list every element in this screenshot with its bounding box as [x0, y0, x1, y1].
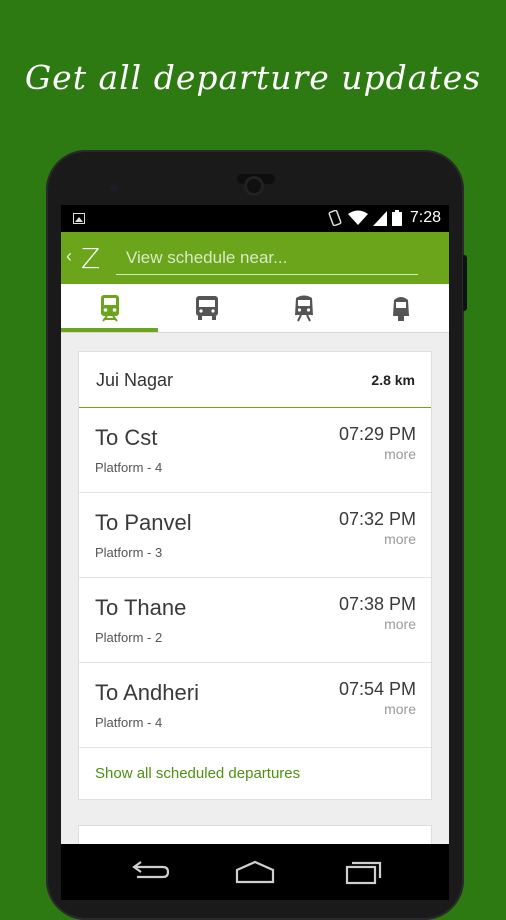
station-name: Jui Nagar	[96, 370, 174, 390]
station-distance: 2.8 km	[371, 372, 415, 388]
home-icon[interactable]	[230, 858, 280, 886]
departure-destination: To Andheri	[95, 680, 199, 705]
metro-icon	[294, 295, 313, 322]
show-all-departures-link[interactable]: Show all scheduled departures	[95, 765, 300, 782]
more-link[interactable]: more	[384, 616, 416, 632]
back-icon[interactable]	[123, 858, 173, 886]
departure-time: 07:54 PM	[338, 679, 416, 699]
tab-bus[interactable]	[158, 284, 255, 332]
train-icon	[100, 295, 119, 322]
sensor	[110, 184, 118, 192]
back-chevron-icon[interactable]: ‹	[66, 246, 72, 267]
more-link[interactable]: more	[384, 531, 416, 547]
bus-icon	[195, 296, 218, 320]
battery-icon	[391, 210, 402, 226]
more-link[interactable]: more	[384, 446, 416, 462]
app-logo[interactable]: Z	[81, 242, 100, 275]
vibrate-icon	[328, 210, 342, 226]
departure-row[interactable]: To Thane Platform - 2 07:38 PM more	[79, 578, 431, 663]
departure-time: 07:38 PM	[338, 594, 416, 614]
front-camera	[244, 176, 264, 196]
search-input[interactable]	[116, 244, 418, 272]
departure-platform: Platform - 2	[95, 630, 163, 645]
transport-tabs	[61, 284, 449, 333]
tab-metro[interactable]	[255, 284, 352, 332]
status-time: 7:28	[409, 209, 441, 226]
phone-screen: 7:28 ‹ Z View schedule near... Jui Nagar…	[61, 205, 449, 900]
tab-train[interactable]	[61, 284, 158, 332]
nav-bar	[61, 844, 449, 900]
departure-destination: To Panvel	[95, 510, 192, 535]
tab-monorail[interactable]	[352, 284, 449, 332]
departure-row[interactable]: To Cst Platform - 4 07:29 PM more	[79, 408, 431, 493]
departure-row[interactable]: To Panvel Platform - 3 07:32 PM more	[79, 493, 431, 578]
departure-destination: To Thane	[95, 595, 187, 620]
wifi-icon	[347, 210, 368, 225]
departure-time: 07:29 PM	[338, 424, 416, 444]
departure-platform: Platform - 4	[95, 460, 163, 475]
departure-destination: To Cst	[95, 425, 158, 450]
app-bar: ‹ Z	[61, 232, 449, 284]
station-header[interactable]: Jui Nagar 2.8 km	[79, 352, 431, 408]
departure-row[interactable]: To Andheri Platform - 4 07:54 PM more	[79, 663, 431, 748]
departure-platform: Platform - 4	[95, 715, 163, 730]
signal-icon	[372, 210, 387, 226]
more-link[interactable]: more	[384, 701, 416, 717]
departure-time: 07:32 PM	[338, 509, 416, 529]
monorail-icon	[392, 297, 409, 321]
status-bar: 7:28	[61, 205, 449, 232]
departure-platform: Platform - 3	[95, 545, 163, 560]
gallery-notification-icon	[73, 213, 85, 224]
station-card: Jui Nagar 2.8 km To Cst Platform - 4 07:…	[78, 351, 432, 800]
recent-apps-icon[interactable]	[337, 858, 387, 886]
side-button	[463, 255, 467, 311]
content-area: Jui Nagar 2.8 km To Cst Platform - 4 07:…	[61, 333, 449, 900]
headline: Get all departure updates	[24, 58, 482, 97]
search-field	[116, 244, 418, 275]
